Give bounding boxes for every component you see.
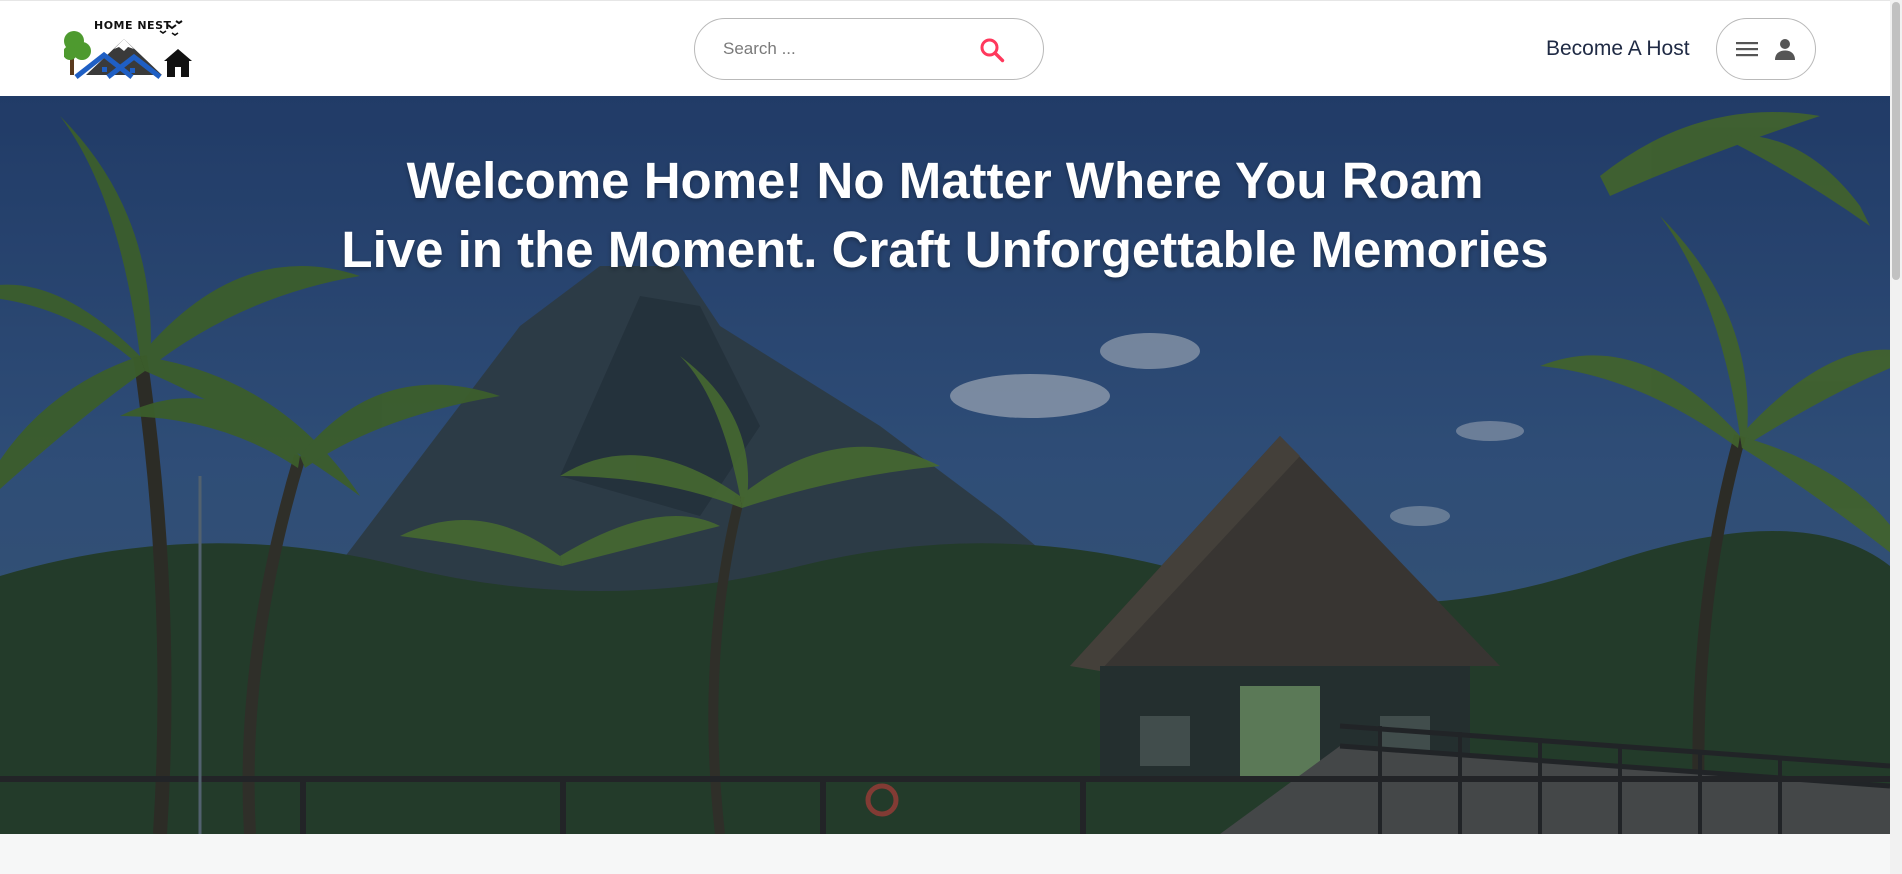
search-input[interactable] [721, 38, 965, 60]
hero-banner: Welcome Home! No Matter Where You Roam L… [0, 96, 1890, 834]
user-menu-button[interactable] [1716, 18, 1816, 80]
user-avatar-icon [1775, 39, 1795, 60]
search-button[interactable] [977, 35, 1007, 65]
hamburger-menu-icon [1736, 42, 1758, 57]
become-a-host-link[interactable]: Become A Host [1546, 37, 1690, 61]
hero-headline-line-1: Welcome Home! No Matter Where You Roam [406, 152, 1484, 209]
hero-headline-line-2: Live in the Moment. Craft Unforgettable … [341, 221, 1549, 278]
search-icon [980, 38, 1005, 63]
home-nest-logo[interactable]: HOME NEST [63, 17, 194, 81]
scrollbar-thumb[interactable] [1892, 2, 1900, 280]
logo-text: HOME NEST [94, 19, 172, 32]
search-bar[interactable] [694, 18, 1044, 80]
top-navbar: HOME NEST Become A Host [0, 0, 1890, 96]
hero-headline: Welcome Home! No Matter Where You Roam L… [0, 146, 1890, 284]
page: HOME NEST Become A Host [0, 0, 1902, 874]
page-content-area [0, 834, 1890, 874]
vertical-scrollbar[interactable] [1890, 0, 1902, 874]
